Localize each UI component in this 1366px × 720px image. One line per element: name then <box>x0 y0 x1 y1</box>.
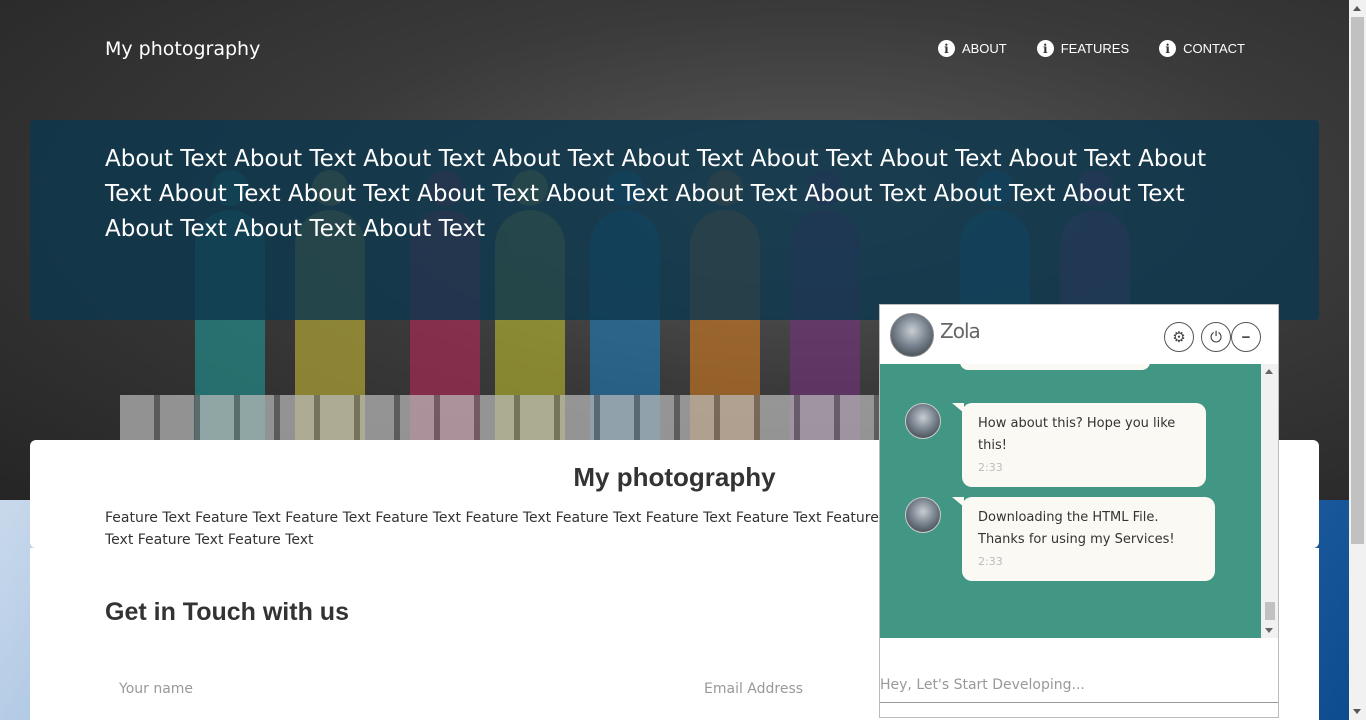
brand-link[interactable]: My photography <box>105 38 260 60</box>
about-panel: About Text About Text About Text About T… <box>30 120 1319 320</box>
chat-scroll-up-icon[interactable] <box>1265 369 1273 374</box>
name-input[interactable] <box>105 675 690 703</box>
chat-scrollbar[interactable] <box>1261 364 1278 638</box>
power-button[interactable]: ⏻ <box>1201 322 1231 352</box>
nav-item-label: ABOUT <box>961 41 1007 56</box>
chat-scroll-thumb[interactable] <box>1265 602 1275 620</box>
chalk-floor <box>120 395 880 445</box>
bot-avatar <box>905 497 941 533</box>
minimize-button[interactable]: − <box>1231 322 1261 352</box>
minus-icon: − <box>1241 328 1251 346</box>
chat-input-underline <box>880 702 1278 703</box>
chat-messages[interactable]: How about this? Hope you like this! 2:33… <box>880 364 1261 638</box>
top-nav: i ABOUT i FEATURES i CONTACT <box>937 40 1245 57</box>
chat-message: How about this? Hope you like this! 2:33 <box>905 403 1206 487</box>
settings-button[interactable]: ⚙ <box>1164 322 1194 352</box>
message-text: Downloading the HTML File. Thanks for us… <box>978 510 1175 547</box>
scroll-down-icon[interactable] <box>1353 709 1361 714</box>
nav-item-about[interactable]: i ABOUT <box>937 40 1007 57</box>
chat-widget: Zola ⚙ ⏻ − How about this? Hope you like… <box>879 304 1279 718</box>
about-text: About Text About Text About Text About T… <box>105 146 1207 242</box>
page-scrollbar[interactable] <box>1349 0 1366 720</box>
gear-icon: ⚙ <box>1172 329 1186 346</box>
scroll-up-icon[interactable] <box>1353 6 1361 11</box>
chat-header: Zola ⚙ ⏻ − <box>880 305 1278 364</box>
power-icon: ⏻ <box>1210 328 1222 346</box>
bot-name: Zola <box>940 319 981 343</box>
bot-avatar <box>890 313 934 357</box>
message-time: 2:33 <box>978 555 1003 568</box>
chat-message: Downloading the HTML File. Thanks for us… <box>905 497 1215 581</box>
info-icon: i <box>1159 40 1177 57</box>
nav-item-label: FEATURES <box>1060 41 1130 56</box>
nav-item-label: CONTACT <box>1183 41 1245 56</box>
bot-avatar <box>905 403 941 439</box>
previous-message-bubble <box>960 364 1150 370</box>
info-icon: i <box>937 40 955 57</box>
message-text: How about this? Hope you like this! <box>978 416 1176 453</box>
info-icon: i <box>1036 40 1054 57</box>
nav-item-contact[interactable]: i CONTACT <box>1159 40 1245 57</box>
chat-input[interactable] <box>880 677 1278 693</box>
message-time: 2:33 <box>978 461 1003 474</box>
scroll-thumb[interactable] <box>1351 17 1364 544</box>
chat-scroll-down-icon[interactable] <box>1265 628 1273 633</box>
message-bubble: How about this? Hope you like this! 2:33 <box>952 403 1206 487</box>
nav-item-features[interactable]: i FEATURES <box>1036 40 1130 57</box>
message-bubble: Downloading the HTML File. Thanks for us… <box>952 497 1215 581</box>
